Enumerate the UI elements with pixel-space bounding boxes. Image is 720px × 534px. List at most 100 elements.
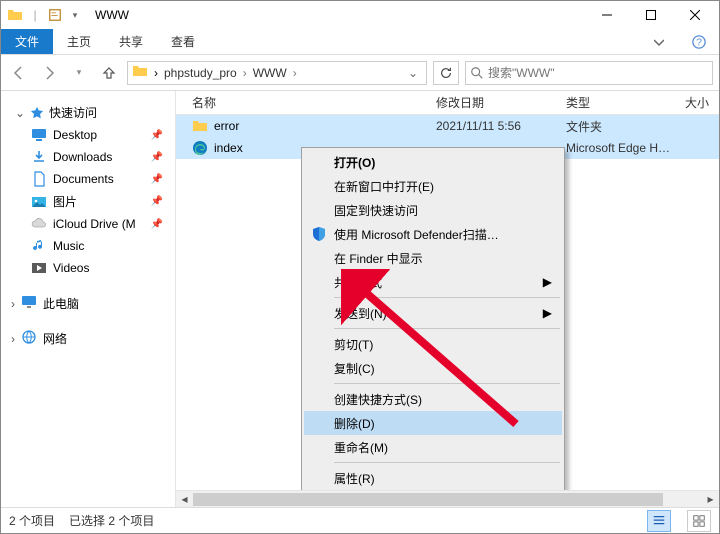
tab-view[interactable]: 查看 [157, 29, 209, 54]
pictures-icon [31, 194, 47, 210]
sidebar-item-label: Music [53, 239, 84, 253]
qat-dropdown-icon[interactable]: ▾ [67, 7, 83, 23]
main-area: ⌄ 快速访问 Desktop 📌 Downloads 📌 [1, 91, 719, 507]
sidebar-item-icloud[interactable]: iCloud Drive (M 📌 [27, 213, 175, 235]
chevron-right-icon: ▶ [543, 306, 552, 320]
sidebar-item-pictures[interactable]: 图片 📌 [27, 190, 175, 213]
sidebar-item-documents[interactable]: Documents 📌 [27, 168, 175, 190]
music-icon [31, 238, 47, 254]
network-icon [21, 329, 37, 348]
scroll-left-button[interactable]: ◂ [176, 491, 193, 508]
chevron-right-icon[interactable]: › [154, 66, 158, 80]
minimize-button[interactable] [585, 1, 629, 29]
edge-icon [192, 140, 208, 156]
tab-share[interactable]: 共享 [105, 29, 157, 54]
star-icon [29, 105, 45, 121]
status-bar: 2 个项目 已选择 2 个项目 [1, 507, 719, 533]
column-type[interactable]: 类型 [566, 94, 676, 111]
menu-rename[interactable]: 重命名(M) [304, 435, 562, 459]
collapse-icon[interactable]: ⌄ [15, 106, 25, 120]
search-field[interactable] [488, 66, 708, 80]
sidebar-item-label: 图片 [53, 193, 77, 210]
breadcrumb[interactable]: › phpstudy_pro› WWW› ⌄ [127, 61, 427, 85]
expand-icon[interactable]: › [11, 332, 15, 346]
back-button[interactable] [7, 61, 31, 85]
menu-send-to[interactable]: 发送到(N)▶ [304, 301, 562, 325]
file-list: 名称 修改日期 类型 大小 error 2021/11/11 5:56 文件夹 … [176, 91, 719, 507]
qat-separator: | [27, 7, 43, 23]
column-name[interactable]: 名称 [176, 94, 436, 111]
menu-pin-quick-access[interactable]: 固定到快速访问 [304, 198, 562, 222]
view-details-button[interactable] [647, 510, 671, 532]
help-button[interactable]: ? [679, 29, 719, 54]
properties-icon[interactable] [47, 7, 63, 23]
breadcrumb-item[interactable]: WWW› [253, 66, 297, 80]
menu-defender-scan[interactable]: 使用 Microsoft Defender扫描… [304, 222, 562, 246]
scroll-thumb[interactable] [193, 493, 663, 506]
tab-file[interactable]: 文件 [1, 29, 53, 54]
sidebar-label: 网络 [43, 330, 67, 347]
sidebar-label: 此电脑 [43, 295, 79, 312]
address-dropdown-icon[interactable]: ⌄ [404, 66, 422, 80]
breadcrumb-item[interactable]: phpstudy_pro› [164, 66, 247, 80]
downloads-icon [31, 149, 47, 165]
search-input[interactable] [465, 61, 713, 85]
ribbon-tabs: 文件 主页 共享 查看 ? [1, 29, 719, 55]
menu-show-in-finder[interactable]: 在 Finder 中显示 [304, 246, 562, 270]
ribbon-expand-button[interactable] [639, 29, 679, 54]
sidebar-label: 快速访问 [49, 104, 97, 121]
search-icon [470, 66, 484, 80]
address-bar: ▾ › phpstudy_pro› WWW› ⌄ [1, 55, 719, 91]
sidebar-network[interactable]: › 网络 [1, 326, 175, 351]
sidebar-item-videos[interactable]: Videos [27, 257, 175, 279]
up-button[interactable] [97, 61, 121, 85]
status-item-count: 2 个项目 [9, 512, 55, 529]
refresh-button[interactable] [433, 61, 459, 85]
close-button[interactable] [673, 1, 717, 29]
forward-button[interactable] [37, 61, 61, 85]
status-selected-count: 已选择 2 个项目 [69, 512, 154, 529]
menu-open-new-window[interactable]: 在新窗口中打开(E) [304, 174, 562, 198]
sidebar-item-music[interactable]: Music [27, 235, 175, 257]
menu-open[interactable]: 打开(O) [304, 150, 562, 174]
expand-icon[interactable]: › [11, 297, 15, 311]
sidebar-item-label: Documents [53, 172, 114, 186]
column-headers: 名称 修改日期 类型 大小 [176, 91, 719, 115]
folder-icon [192, 118, 208, 134]
menu-cut[interactable]: 剪切(T) [304, 332, 562, 356]
sidebar-this-pc[interactable]: › 此电脑 [1, 291, 175, 316]
videos-icon [31, 260, 47, 276]
pin-icon: 📌 [151, 152, 163, 163]
column-size[interactable]: 大小 [676, 94, 719, 111]
navigation-pane: ⌄ 快速访问 Desktop 📌 Downloads 📌 [1, 91, 176, 507]
menu-copy[interactable]: 复制(C) [304, 356, 562, 380]
menu-share-ways[interactable]: 共享方式▶ [304, 270, 562, 294]
menu-separator [334, 462, 560, 463]
menu-separator [334, 297, 560, 298]
folder-icon [132, 63, 148, 82]
tab-home[interactable]: 主页 [53, 29, 105, 54]
file-name: error [214, 119, 239, 133]
sidebar-item-desktop[interactable]: Desktop 📌 [27, 124, 175, 146]
sidebar-quick-access[interactable]: ⌄ 快速访问 [11, 101, 175, 124]
menu-delete[interactable]: 删除(D) [304, 411, 562, 435]
menu-properties[interactable]: 属性(R) [304, 466, 562, 490]
view-large-icons-button[interactable] [687, 510, 711, 532]
folder-icon [7, 7, 23, 23]
documents-icon [31, 171, 47, 187]
scroll-right-button[interactable]: ▸ [702, 491, 719, 508]
sidebar-item-downloads[interactable]: Downloads 📌 [27, 146, 175, 168]
maximize-button[interactable] [629, 1, 673, 29]
scroll-track[interactable] [193, 491, 702, 508]
recent-dropdown[interactable]: ▾ [67, 61, 91, 85]
file-date: 2021/11/11 5:56 [436, 119, 566, 133]
column-date[interactable]: 修改日期 [436, 94, 566, 111]
menu-create-shortcut[interactable]: 创建快捷方式(S) [304, 387, 562, 411]
pin-icon: 📌 [151, 130, 163, 141]
file-type: 文件夹 [566, 118, 676, 135]
file-row[interactable]: error 2021/11/11 5:56 文件夹 [176, 115, 719, 137]
shield-icon [310, 225, 328, 243]
horizontal-scrollbar[interactable]: ◂ ▸ [176, 490, 719, 507]
sidebar-item-label: Videos [53, 261, 89, 275]
pin-icon: 📌 [151, 219, 163, 230]
